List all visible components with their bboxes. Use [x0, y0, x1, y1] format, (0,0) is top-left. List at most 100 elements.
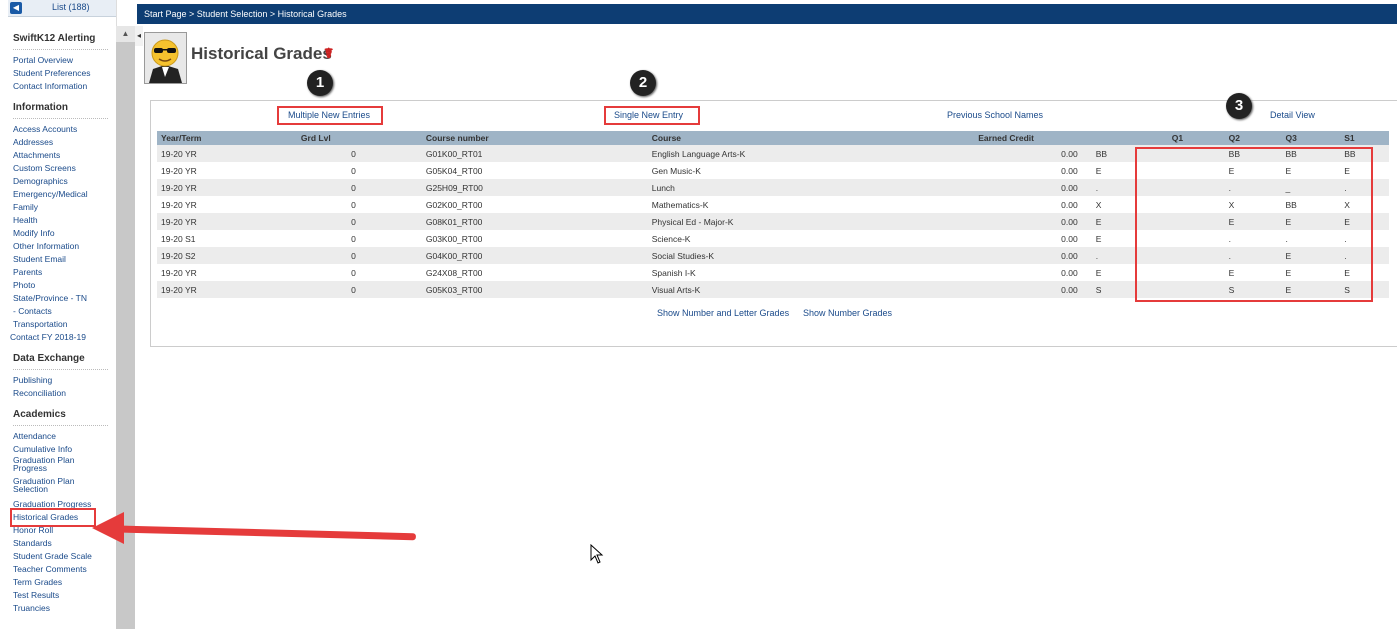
- cell-course-number: G24X08_RT00: [425, 267, 483, 278]
- cell-grade-level: 0: [351, 233, 356, 244]
- list-count-label[interactable]: List (188): [52, 2, 90, 12]
- breadcrumb[interactable]: Start Page > Student Selection > Histori…: [144, 9, 347, 19]
- sidebar-item[interactable]: Transportation: [13, 318, 116, 331]
- sidebar-list-header: ◀ List (188) ▶: [8, 0, 116, 17]
- cell-course: Social Studies-K: [647, 247, 975, 264]
- sidebar-item[interactable]: Photo: [13, 279, 116, 292]
- sidebar-item[interactable]: Graduation Plan Selection: [13, 477, 83, 494]
- cell-earned-credit: 0.00: [1061, 233, 1078, 244]
- sidebar-item[interactable]: Addresses: [13, 136, 116, 149]
- sidebar-item[interactable]: Portal Overview: [13, 54, 116, 67]
- col-year-term[interactable]: Year/Term: [157, 131, 297, 145]
- cell-year-term: 19-20 S2: [157, 247, 297, 264]
- sidebar-item[interactable]: Student Email: [13, 253, 116, 266]
- cell-grade-level: 0: [296, 145, 366, 162]
- cell-course: Physical Ed - Major-K: [647, 213, 975, 230]
- sidebar-item[interactable]: Graduation Plan Progress: [13, 456, 83, 473]
- medical-alert-icon[interactable]: ☤: [324, 45, 333, 62]
- cell-grade-level: 0: [351, 267, 356, 278]
- col-q1[interactable]: Q1: [1081, 131, 1225, 145]
- prev-arrow-icon[interactable]: ◀: [10, 2, 22, 14]
- col-s1[interactable]: S1: [1340, 131, 1389, 145]
- col-course-number[interactable]: Course number: [365, 131, 648, 145]
- cell-year-term: 19-20 YR: [161, 199, 197, 210]
- cell-course: English Language Arts-K: [647, 145, 975, 162]
- cell-grade-level: 0: [351, 165, 356, 176]
- cell-grade-level: 0: [296, 247, 366, 264]
- col-q2[interactable]: Q2: [1224, 131, 1282, 145]
- scroll-up-icon[interactable]: ▲: [116, 26, 135, 42]
- highlight-box-1: [277, 106, 383, 125]
- cell-year-term: 19-20 S1: [161, 233, 196, 244]
- col-earned-credit[interactable]: Earned Credit: [974, 131, 1082, 145]
- sidebar-item[interactable]: Teacher Comments: [13, 563, 116, 576]
- cell-grade-level: 0: [296, 281, 366, 298]
- sidebar-item[interactable]: Term Grades: [13, 576, 116, 589]
- cell-course: Lunch: [647, 179, 975, 196]
- sidebar-item[interactable]: Health: [13, 214, 116, 227]
- annotation-arrow-shaft: [99, 525, 416, 541]
- show-number-grades-link[interactable]: Show Number Grades: [803, 308, 892, 318]
- cell-course-number: G01K00_RT01: [365, 145, 648, 162]
- detail-view-link[interactable]: Detail View: [1270, 110, 1315, 120]
- sidebar-item[interactable]: Access Accounts: [13, 123, 116, 136]
- sidebar-item[interactable]: Other Information: [13, 240, 116, 253]
- sidebar-item[interactable]: Student Preferences: [13, 67, 116, 80]
- sidebar-item[interactable]: Student Grade Scale: [13, 550, 116, 563]
- sidebar-item[interactable]: Graduation Progress: [13, 498, 116, 511]
- cell-course-number: G05K04_RT00: [425, 165, 483, 176]
- cell-earned-credit: 0.00: [974, 281, 1082, 298]
- sidebar-item[interactable]: State/Province - TN: [13, 292, 116, 305]
- sidebar-item[interactable]: Family: [13, 201, 116, 214]
- cell-earned-credit: 0.00: [974, 179, 1082, 196]
- cell-grade-level: 0: [351, 199, 356, 210]
- cell-course-number: G04K00_RT00: [365, 247, 648, 264]
- cell-course-number: G02K00_RT00: [425, 199, 483, 210]
- cell-earned-credit: 0.00: [1061, 199, 1078, 210]
- sidebar-item[interactable]: Contact FY 2018-19: [10, 331, 116, 344]
- cell-course: Science-K: [651, 233, 691, 244]
- cell-year-term: 19-20 YR: [157, 145, 297, 162]
- sidebar-item[interactable]: Attendance: [13, 430, 116, 443]
- highlight-box-2: [604, 106, 700, 125]
- cell-course-number: G25H09_RT00: [365, 179, 648, 196]
- top-bar: Start Page > Student Selection > Histori…: [137, 4, 1397, 24]
- cell-grade-level: 0: [296, 179, 366, 196]
- cell-course: Visual Arts-K: [647, 281, 975, 298]
- table-header-row: Year/Term Grd Lvl Course number Course E…: [157, 131, 1389, 145]
- cell-earned-credit: 0.00: [1061, 267, 1078, 278]
- sidebar-item[interactable]: Demographics: [13, 175, 116, 188]
- sidebar-item[interactable]: - Contacts: [13, 305, 116, 318]
- col-grade-level[interactable]: Grd Lvl: [296, 131, 366, 145]
- cell-earned-credit: 0.00: [974, 145, 1082, 162]
- sidebar-item[interactable]: Reconciliation: [13, 387, 116, 400]
- sidebar-item[interactable]: Test Results: [13, 589, 116, 602]
- previous-school-names-link[interactable]: Previous School Names: [947, 110, 1043, 120]
- cell-year-term: 19-20 YR: [161, 267, 197, 278]
- sidebar-section-title: SwiftK12 Alerting: [13, 33, 108, 50]
- cell-course: Spanish I-K: [651, 267, 696, 278]
- sidebar-item[interactable]: Contact Information: [13, 80, 116, 93]
- col-q3[interactable]: Q3: [1281, 131, 1341, 145]
- sidebar-item[interactable]: Parents: [13, 266, 116, 279]
- mouse-cursor-icon: [590, 544, 604, 564]
- cell-year-term: 19-20 YR: [157, 281, 297, 298]
- sidebar-item[interactable]: Modify Info: [13, 227, 116, 240]
- show-number-and-letter-grades-link[interactable]: Show Number and Letter Grades: [657, 308, 789, 318]
- callout-badge-1: 1: [307, 70, 333, 96]
- cell-course-number: G05K03_RT00: [365, 281, 648, 298]
- sidebar-item[interactable]: Emergency/Medical: [13, 188, 116, 201]
- cell-year-term: 19-20 YR: [157, 213, 297, 230]
- sidebar-item[interactable]: Historical Grades: [10, 508, 96, 527]
- sidebar-item[interactable]: Truancies: [13, 602, 116, 615]
- sidebar-item[interactable]: Attachments: [13, 149, 116, 162]
- sidebar-section-title: Academics: [13, 409, 108, 426]
- highlight-box-3: [1135, 147, 1373, 302]
- sidebar-item[interactable]: Publishing: [13, 374, 116, 387]
- col-course[interactable]: Course: [647, 131, 975, 145]
- sidebar-item[interactable]: Custom Screens: [13, 162, 116, 175]
- cell-course: Gen Music-K: [651, 165, 701, 176]
- cell-earned-credit: 0.00: [974, 213, 1082, 230]
- cell-course: Mathematics-K: [651, 199, 709, 210]
- collapse-sidebar-icon[interactable]: ◂: [135, 26, 143, 46]
